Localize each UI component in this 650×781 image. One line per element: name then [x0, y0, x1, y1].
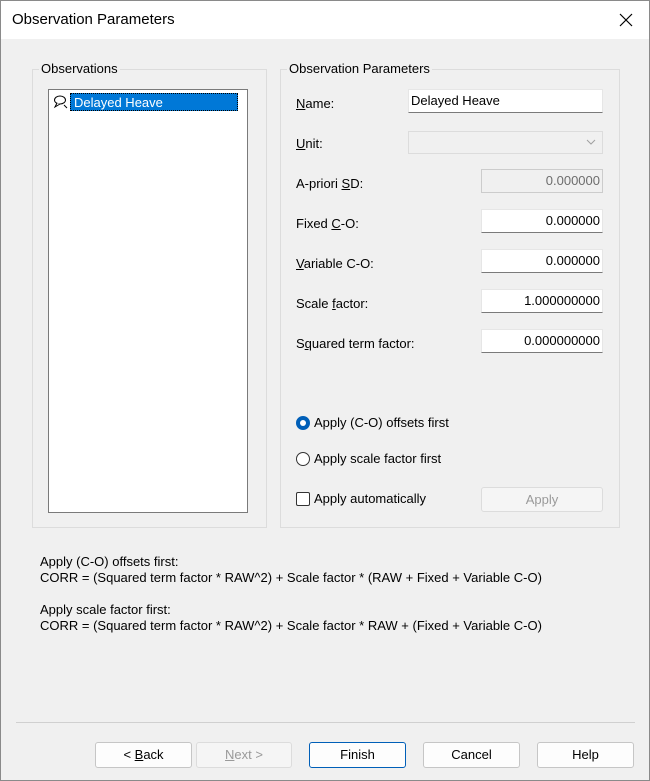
next-button[interactable]: Next > — [196, 742, 292, 768]
radio-offsets-label: Apply (C-O) offsets first — [314, 415, 449, 430]
squared-term-label: Squared term factor: — [296, 336, 415, 351]
scale-formula: CORR = (Squared term factor * RAW^2) + S… — [40, 618, 542, 633]
apriori-sd-field: 0.000000 — [481, 169, 603, 193]
list-item-label: Delayed Heave — [70, 93, 238, 111]
close-icon — [619, 13, 633, 27]
apriori-sd-label: A-priori SD: — [296, 176, 364, 191]
dialog-window: Observation Parameters Observations Dela… — [0, 0, 650, 781]
chevron-down-icon — [586, 139, 596, 145]
variable-co-label: Variable C-O: — [296, 256, 374, 271]
radio-offsets-indicator[interactable] — [296, 415, 310, 430]
unit-select — [408, 131, 603, 154]
footer-divider — [16, 722, 635, 723]
window-title: Observation Parameters — [12, 11, 175, 28]
apply-automatically-checkbox[interactable]: Apply automatically — [296, 491, 426, 506]
offsets-formula-title: Apply (C-O) offsets first: — [40, 554, 179, 569]
parameters-group-title: Observation Parameters — [287, 61, 432, 76]
title-bar: Observation Parameters — [1, 1, 649, 39]
radio-scale-first[interactable]: Apply scale factor first — [296, 451, 441, 466]
unit-label: Unit: — [296, 136, 323, 151]
name-field[interactable]: Delayed Heave — [408, 89, 603, 113]
apply-automatically-box[interactable] — [296, 491, 310, 506]
observations-list[interactable]: Delayed Heave — [48, 89, 248, 513]
fixed-co-field[interactable]: 0.000000 — [481, 209, 603, 233]
close-button[interactable] — [603, 1, 649, 39]
radio-scale-label: Apply scale factor first — [314, 451, 442, 466]
offsets-formula: CORR = (Squared term factor * RAW^2) + S… — [40, 570, 542, 585]
scale-factor-label: Scale factor: — [296, 296, 369, 311]
squared-term-field[interactable]: 0.000000000 — [481, 329, 603, 353]
help-button[interactable]: Help — [537, 742, 634, 768]
apply-button[interactable]: Apply — [481, 487, 603, 512]
scale-factor-field[interactable]: 1.000000000 — [481, 289, 603, 313]
scale-formula-title: Apply scale factor first: — [40, 602, 171, 617]
observations-group-title: Observations — [39, 61, 120, 76]
fixed-co-label: Fixed C-O: — [296, 216, 359, 231]
cancel-button[interactable]: Cancel — [423, 742, 520, 768]
radio-scale-indicator[interactable] — [296, 451, 310, 466]
back-button[interactable]: < Back — [95, 742, 192, 768]
variable-co-field[interactable]: 0.000000 — [481, 249, 603, 273]
name-label: Name: — [296, 96, 335, 111]
radio-offsets-first[interactable]: Apply (C-O) offsets first — [296, 415, 449, 430]
apply-automatically-label: Apply automatically — [314, 491, 426, 506]
finish-button[interactable]: Finish — [309, 742, 406, 768]
balloon-icon — [53, 95, 68, 109]
list-item[interactable]: Delayed Heave — [53, 93, 238, 111]
